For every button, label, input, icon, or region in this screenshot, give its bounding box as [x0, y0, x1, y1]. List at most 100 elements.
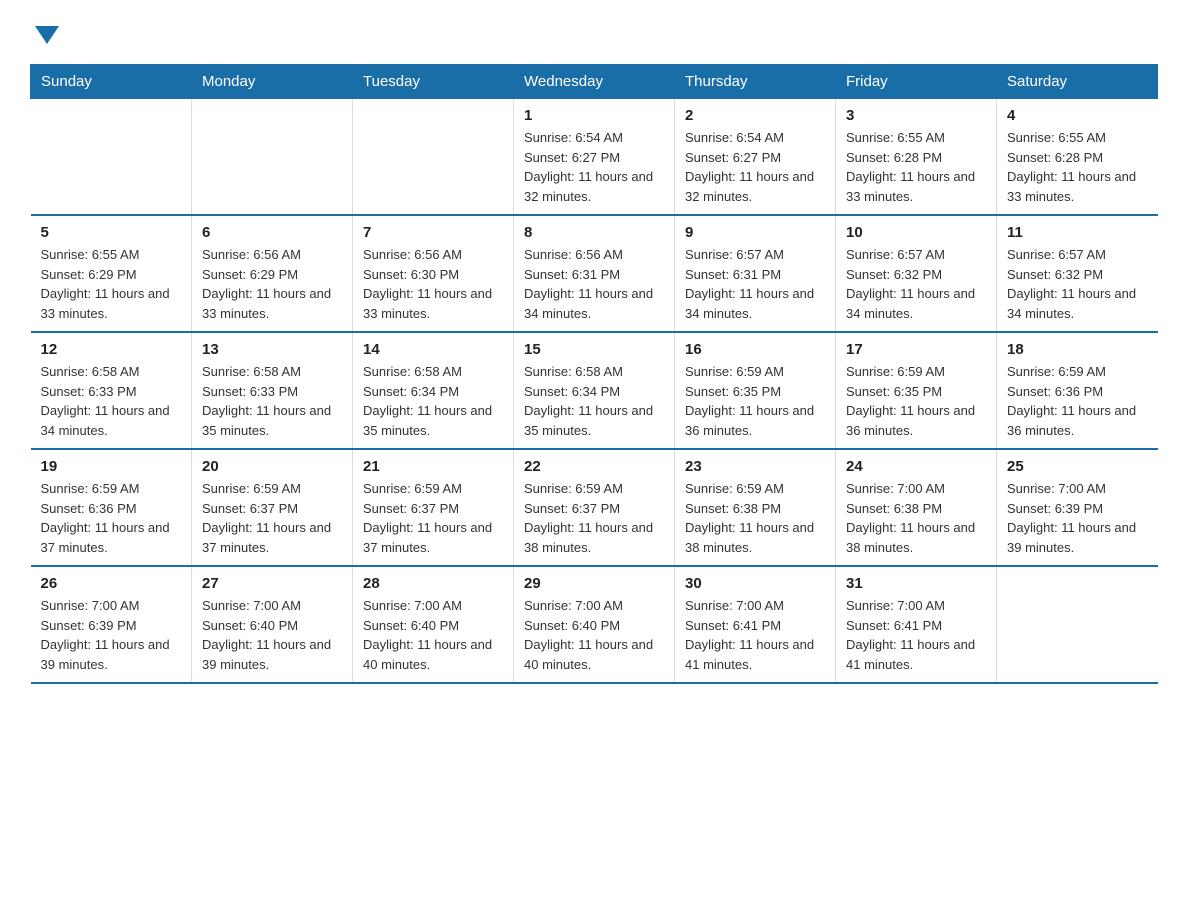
day-number: 11: [1007, 224, 1148, 241]
day-info: Sunrise: 6:59 AMSunset: 6:37 PMDaylight:…: [202, 479, 342, 557]
calendar-cell: 13Sunrise: 6:58 AMSunset: 6:33 PMDayligh…: [192, 332, 353, 449]
calendar-cell: 15 Sunrise: 6:58 AMSunset: 6:34 PMDayligh…: [514, 332, 675, 449]
calendar-header-row: SundayMondayTuesdayWednesdayThursdayFrid…: [31, 65, 1158, 99]
calendar-cell: 17 Sunrise: 6:59 AMSunset: 6:35 PMDayligh…: [836, 332, 997, 449]
calendar-cell: 19Sunrise: 6:59 AMSunset: 6:36 PMDayligh…: [31, 449, 192, 566]
day-number: 13: [202, 341, 342, 358]
calendar-cell: 5Sunrise: 6:55 AMSunset: 6:29 PMDaylight…: [31, 215, 192, 332]
calendar-cell: 7 Sunrise: 6:56 AMSunset: 6:30 PMDaylight…: [353, 215, 514, 332]
day-info: Sunrise: 6:57 AMSunset: 6:32 PMDaylight:…: [1007, 245, 1148, 323]
calendar-cell: 28 Sunrise: 7:00 AMSunset: 6:40 PMDayligh…: [353, 566, 514, 683]
calendar-cell: 23 Sunrise: 6:59 AMSunset: 6:38 PMDayligh…: [675, 449, 836, 566]
day-info: Sunrise: 7:00 AMSunset: 6:40 PMDaylight:…: [202, 596, 342, 674]
day-number: 2: [685, 107, 825, 124]
calendar-cell: 21 Sunrise: 6:59 AMSunset: 6:37 PMDayligh…: [353, 449, 514, 566]
day-info: Sunrise: 7:00 AMSunset: 6:40 PMDaylight:…: [524, 596, 664, 674]
day-info: Sunrise: 6:55 AMSunset: 6:28 PMDaylight:…: [846, 128, 986, 206]
day-info: Sunrise: 6:59 AMSunset: 6:37 PMDaylight:…: [363, 479, 503, 557]
day-number: 20: [202, 458, 342, 475]
calendar-cell: 3 Sunrise: 6:55 AMSunset: 6:28 PMDaylight…: [836, 99, 997, 216]
day-number: 26: [41, 575, 182, 592]
calendar-table: SundayMondayTuesdayWednesdayThursdayFrid…: [30, 64, 1158, 684]
day-info: Sunrise: 7:00 AMSunset: 6:38 PMDaylight:…: [846, 479, 986, 557]
calendar-cell: 25 Sunrise: 7:00 AMSunset: 6:39 PMDayligh…: [997, 449, 1158, 566]
week-row-2: 5Sunrise: 6:55 AMSunset: 6:29 PMDaylight…: [31, 215, 1158, 332]
day-number: 6: [202, 224, 342, 241]
day-info: Sunrise: 6:59 AMSunset: 6:35 PMDaylight:…: [846, 362, 986, 440]
day-number: 17: [846, 341, 986, 358]
day-number: 25: [1007, 458, 1148, 475]
calendar-cell: 29 Sunrise: 7:00 AMSunset: 6:40 PMDayligh…: [514, 566, 675, 683]
day-number: 1: [524, 107, 664, 124]
week-row-4: 19Sunrise: 6:59 AMSunset: 6:36 PMDayligh…: [31, 449, 1158, 566]
day-number: 15: [524, 341, 664, 358]
calendar-cell: 12 Sunrise: 6:58 AMSunset: 6:33 PMDayligh…: [31, 332, 192, 449]
calendar-cell: 10 Sunrise: 6:57 AMSunset: 6:32 PMDayligh…: [836, 215, 997, 332]
day-info: Sunrise: 6:54 AMSunset: 6:27 PMDaylight:…: [524, 128, 664, 206]
logo-triangle-icon: [35, 26, 59, 44]
day-number: 10: [846, 224, 986, 241]
day-info: Sunrise: 6:56 AMSunset: 6:30 PMDaylight:…: [363, 245, 503, 323]
header-friday: Friday: [836, 65, 997, 99]
calendar-cell: [31, 99, 192, 216]
page-header: [30, 20, 1158, 44]
day-number: 30: [685, 575, 825, 592]
calendar-cell: [353, 99, 514, 216]
header-thursday: Thursday: [675, 65, 836, 99]
calendar-cell: 20 Sunrise: 6:59 AMSunset: 6:37 PMDayligh…: [192, 449, 353, 566]
day-info: Sunrise: 7:00 AMSunset: 6:40 PMDaylight:…: [363, 596, 503, 674]
day-number: 7: [363, 224, 503, 241]
calendar-cell: 18 Sunrise: 6:59 AMSunset: 6:36 PMDayligh…: [997, 332, 1158, 449]
header-monday: Monday: [192, 65, 353, 99]
day-number: 23: [685, 458, 825, 475]
day-number: 31: [846, 575, 986, 592]
day-number: 21: [363, 458, 503, 475]
day-info: Sunrise: 6:58 AMSunset: 6:34 PMDaylight:…: [524, 362, 664, 440]
day-info: Sunrise: 6:56 AMSunset: 6:31 PMDaylight:…: [524, 245, 664, 323]
day-number: 18: [1007, 341, 1148, 358]
week-row-1: 1 Sunrise: 6:54 AMSunset: 6:27 PMDaylight…: [31, 99, 1158, 216]
day-number: 24: [846, 458, 986, 475]
calendar-cell: 8 Sunrise: 6:56 AMSunset: 6:31 PMDaylight…: [514, 215, 675, 332]
header-tuesday: Tuesday: [353, 65, 514, 99]
calendar-cell: [192, 99, 353, 216]
calendar-cell: 9Sunrise: 6:57 AMSunset: 6:31 PMDaylight…: [675, 215, 836, 332]
day-info: Sunrise: 6:54 AMSunset: 6:27 PMDaylight:…: [685, 128, 825, 206]
day-info: Sunrise: 6:59 AMSunset: 6:38 PMDaylight:…: [685, 479, 825, 557]
calendar-cell: 6 Sunrise: 6:56 AMSunset: 6:29 PMDaylight…: [192, 215, 353, 332]
day-number: 27: [202, 575, 342, 592]
day-info: Sunrise: 6:59 AMSunset: 6:35 PMDaylight:…: [685, 362, 825, 440]
day-info: Sunrise: 6:55 AMSunset: 6:29 PMDaylight:…: [41, 245, 182, 323]
calendar-cell: 16 Sunrise: 6:59 AMSunset: 6:35 PMDayligh…: [675, 332, 836, 449]
calendar-cell: 26Sunrise: 7:00 AMSunset: 6:39 PMDayligh…: [31, 566, 192, 683]
day-info: Sunrise: 6:55 AMSunset: 6:28 PMDaylight:…: [1007, 128, 1148, 206]
day-number: 16: [685, 341, 825, 358]
day-info: Sunrise: 6:58 AMSunset: 6:34 PMDaylight:…: [363, 362, 503, 440]
day-number: 14: [363, 341, 503, 358]
day-number: 4: [1007, 107, 1148, 124]
header-sunday: Sunday: [31, 65, 192, 99]
day-number: 3: [846, 107, 986, 124]
day-info: Sunrise: 6:57 AMSunset: 6:32 PMDaylight:…: [846, 245, 986, 323]
day-info: Sunrise: 6:59 AMSunset: 6:36 PMDaylight:…: [1007, 362, 1148, 440]
day-info: Sunrise: 6:58 AMSunset: 6:33 PMDaylight:…: [41, 362, 182, 440]
day-number: 8: [524, 224, 664, 241]
logo: [30, 20, 59, 44]
day-number: 9: [685, 224, 825, 241]
day-number: 28: [363, 575, 503, 592]
calendar-cell: 1 Sunrise: 6:54 AMSunset: 6:27 PMDaylight…: [514, 99, 675, 216]
header-saturday: Saturday: [997, 65, 1158, 99]
week-row-3: 12 Sunrise: 6:58 AMSunset: 6:33 PMDayligh…: [31, 332, 1158, 449]
calendar-cell: 2 Sunrise: 6:54 AMSunset: 6:27 PMDaylight…: [675, 99, 836, 216]
day-number: 29: [524, 575, 664, 592]
calendar-cell: [997, 566, 1158, 683]
day-info: Sunrise: 7:00 AMSunset: 6:39 PMDaylight:…: [1007, 479, 1148, 557]
calendar-cell: 31Sunrise: 7:00 AMSunset: 6:41 PMDayligh…: [836, 566, 997, 683]
calendar-cell: 14 Sunrise: 6:58 AMSunset: 6:34 PMDayligh…: [353, 332, 514, 449]
day-info: Sunrise: 6:59 AMSunset: 6:37 PMDaylight:…: [524, 479, 664, 557]
day-info: Sunrise: 6:56 AMSunset: 6:29 PMDaylight:…: [202, 245, 342, 323]
day-number: 12: [41, 341, 182, 358]
week-row-5: 26Sunrise: 7:00 AMSunset: 6:39 PMDayligh…: [31, 566, 1158, 683]
calendar-cell: 22Sunrise: 6:59 AMSunset: 6:37 PMDayligh…: [514, 449, 675, 566]
header-wednesday: Wednesday: [514, 65, 675, 99]
